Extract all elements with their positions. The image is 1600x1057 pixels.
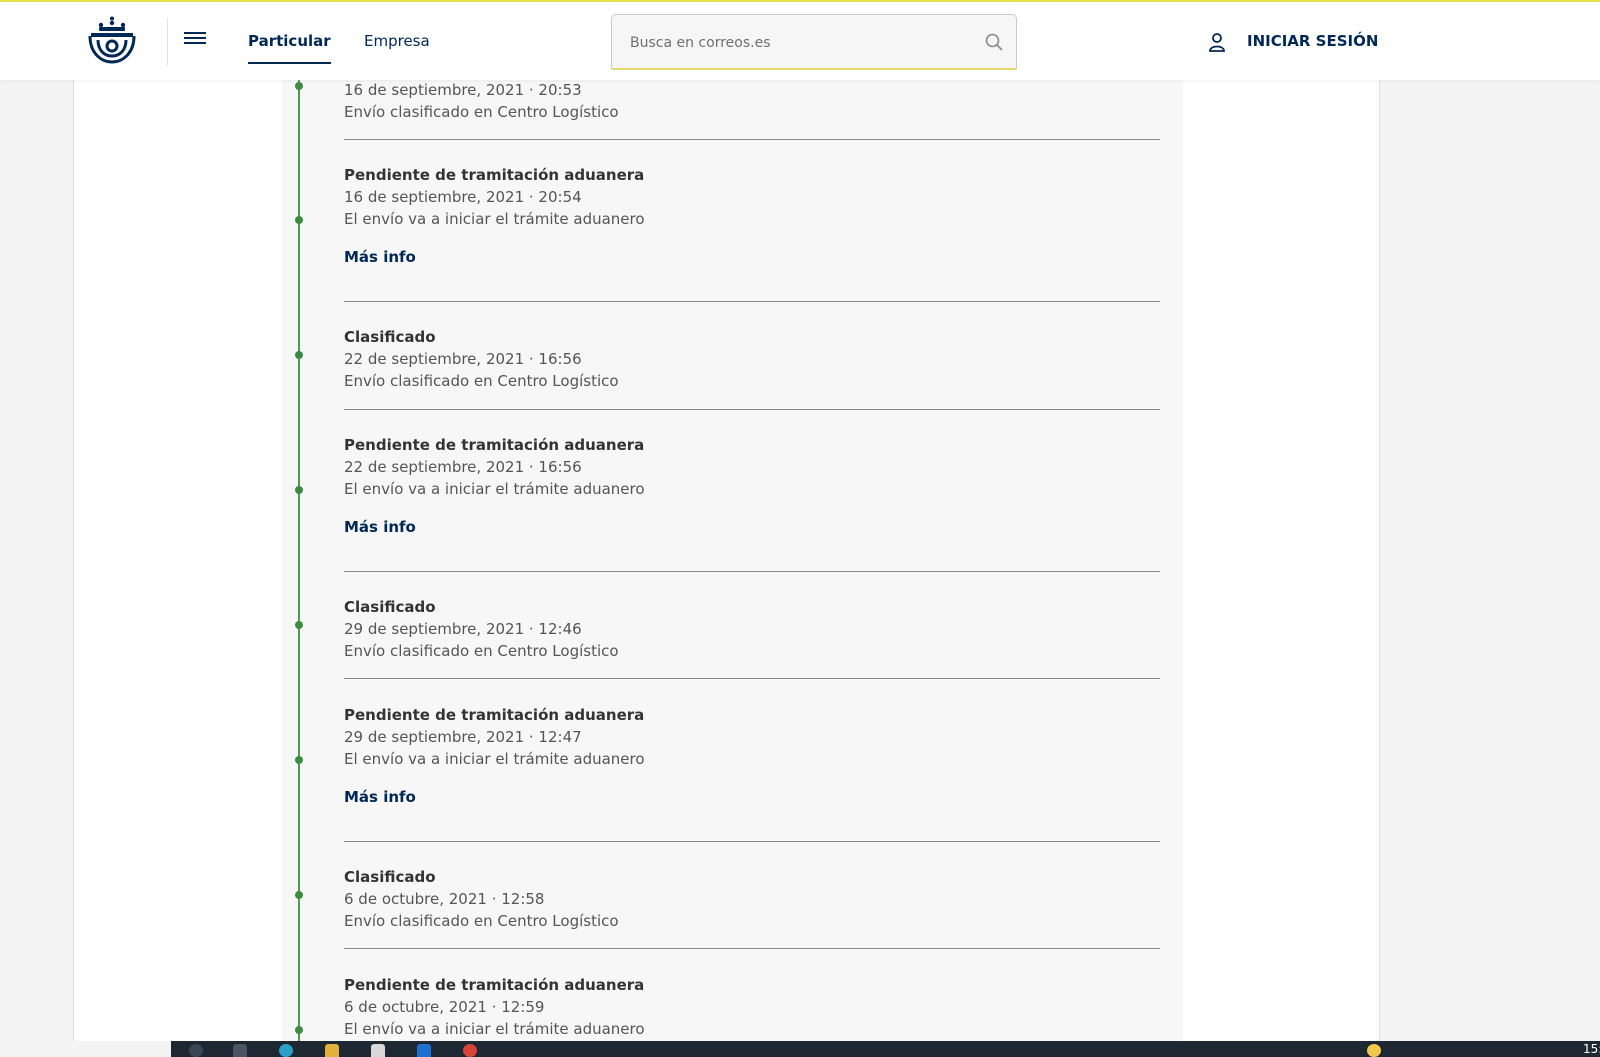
- event-divider: [344, 678, 1160, 679]
- event-title: Pendiente de tramitación aduanera: [344, 706, 645, 724]
- weather-icon[interactable]: [1367, 1044, 1381, 1057]
- event-title: Clasificado: [344, 328, 436, 346]
- event-description: Envío clasificado en Centro Logístico: [344, 642, 619, 660]
- timeline-event: Pendiente de tramitación aduanera 29 de …: [344, 704, 1160, 808]
- browser-icon[interactable]: [279, 1044, 293, 1057]
- event-divider: [344, 948, 1160, 949]
- event-divider: [344, 139, 1160, 140]
- login-label: INICIAR SESIÓN: [1247, 32, 1379, 50]
- event-date: 29 de septiembre, 2021 · 12:47: [344, 728, 582, 746]
- tab-empresa[interactable]: Empresa: [364, 32, 430, 62]
- timeline-dot: [295, 351, 303, 359]
- search-box: [611, 14, 1017, 70]
- event-title: Pendiente de tramitación aduanera: [344, 436, 645, 454]
- timeline-dot: [295, 756, 303, 764]
- event-date: 29 de septiembre, 2021 · 12:46: [344, 620, 582, 638]
- event-title: Pendiente de tramitación aduanera: [344, 166, 645, 184]
- event-title: Pendiente de tramitación aduanera: [344, 976, 645, 994]
- timeline-event: Pendiente de tramitación aduanera 16 de …: [344, 164, 1160, 268]
- event-divider: [344, 841, 1160, 842]
- event-description: El envío va a iniciar el trámite aduaner…: [344, 1020, 645, 1038]
- timeline-event: Clasificado 22 de septiembre, 2021 · 16:…: [344, 326, 1160, 392]
- event-date: 6 de octubre, 2021 · 12:58: [344, 890, 545, 908]
- event-divider: [344, 301, 1160, 302]
- timeline-dot: [295, 486, 303, 494]
- timeline-dot: [295, 891, 303, 899]
- search-icon[interactable]: [189, 1044, 203, 1057]
- event-description: El envío va a iniciar el trámite aduaner…: [344, 210, 645, 228]
- event-description: El envío va a iniciar el trámite aduaner…: [344, 480, 645, 498]
- timeline-event: Clasificado 6 de octubre, 2021 · 12:58 E…: [344, 866, 1160, 932]
- timeline-dot: [295, 216, 303, 224]
- timeline-dot: [295, 82, 303, 90]
- search-icon[interactable]: [984, 32, 1004, 52]
- chrome-icon[interactable]: [463, 1044, 477, 1057]
- tab-particular[interactable]: Particular: [248, 32, 331, 64]
- timeline-event: Clasificado 29 de septiembre, 2021 · 12:…: [344, 596, 1160, 662]
- event-date: 16 de septiembre, 2021 · 20:54: [344, 188, 582, 206]
- mail-icon[interactable]: [417, 1044, 431, 1057]
- event-date: 16 de septiembre, 2021 · 20:53: [344, 81, 582, 99]
- search-input[interactable]: [628, 31, 962, 55]
- os-taskbar: 15:: [171, 1041, 1600, 1057]
- timeline-event: Pendiente de tramitación aduanera 6 de o…: [344, 974, 1160, 1040]
- header-divider: [167, 18, 168, 66]
- user-icon: [1209, 33, 1225, 52]
- timeline-event: Pendiente de tramitación aduanera 22 de …: [344, 434, 1160, 538]
- taskbar-clock[interactable]: 15:: [1583, 1042, 1600, 1056]
- event-date: 22 de septiembre, 2021 · 16:56: [344, 458, 582, 476]
- more-info-link[interactable]: Más info: [344, 516, 416, 538]
- event-date: 22 de septiembre, 2021 · 16:56: [344, 350, 582, 368]
- event-description: Envío clasificado en Centro Logístico: [344, 912, 619, 930]
- event-divider: [344, 409, 1160, 410]
- correos-logo-icon[interactable]: [86, 16, 138, 66]
- timeline-dot: [295, 621, 303, 629]
- event-divider: [344, 571, 1160, 572]
- event-description: Envío clasificado en Centro Logístico: [344, 103, 619, 121]
- task-view-icon[interactable]: [233, 1044, 247, 1057]
- event-title: Clasificado: [344, 868, 436, 886]
- folder-icon[interactable]: [325, 1044, 339, 1057]
- timeline-event: 16 de septiembre, 2021 · 20:53 Envío cla…: [344, 79, 1160, 123]
- timeline-dot: [295, 1026, 303, 1034]
- event-description: Envío clasificado en Centro Logístico: [344, 372, 619, 390]
- store-icon[interactable]: [371, 1044, 385, 1057]
- event-description: El envío va a iniciar el trámite aduaner…: [344, 750, 645, 768]
- more-info-link[interactable]: Más info: [344, 786, 416, 808]
- hamburger-menu-icon[interactable]: [184, 32, 206, 50]
- event-title: Clasificado: [344, 598, 436, 616]
- top-header: Particular Empresa INICIAR SESIÓN: [0, 0, 1600, 80]
- more-info-link[interactable]: Más info: [344, 246, 416, 268]
- event-date: 6 de octubre, 2021 · 12:59: [344, 998, 545, 1016]
